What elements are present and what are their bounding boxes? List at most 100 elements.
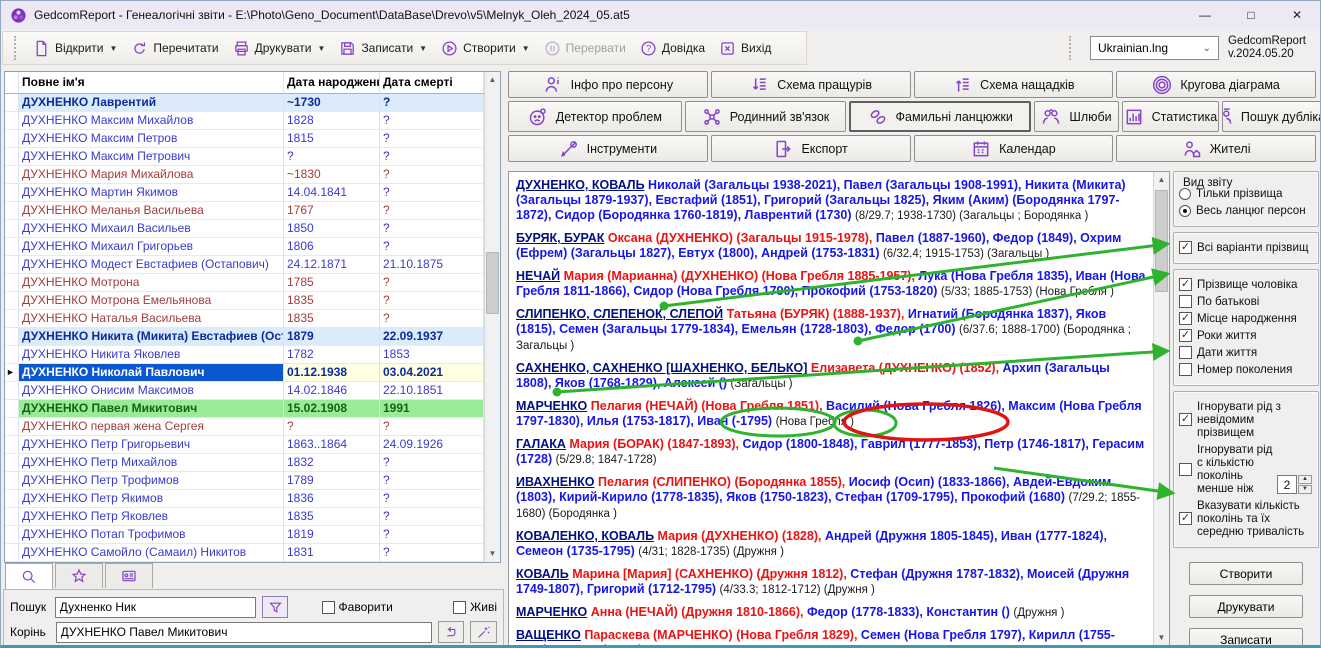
column-header-death[interactable]: Дата смерті [380,72,484,94]
nav-button[interactable]: Схема пращурів [711,71,911,98]
table-row[interactable]: ДУХНЕНКО Петр Трофимов1789? [5,472,500,490]
table-row[interactable]: ДУХНЕНКО Мартин Якимов14.04.1841? [5,184,500,202]
toolbar-button[interactable]: Відкрити▼ [26,34,124,63]
spinner-down-icon[interactable]: ▼ [1298,485,1312,494]
radio-button[interactable] [1179,205,1191,217]
table-row[interactable]: ДУХНЕНКО Михаил Григорьев1806? [5,238,500,256]
table-row[interactable]: ДУХНЕНКО Онисим Максимов14.02.184622.10.… [5,382,500,400]
nav-button[interactable]: Схема нащадків [914,71,1114,98]
tab-star[interactable] [55,563,103,588]
table-row[interactable]: ДУХНЕНКО Самойло (Самаил) Никитов1831? [5,544,500,562]
radio-button[interactable] [1179,188,1191,200]
set-root-button[interactable] [438,621,465,643]
language-grip[interactable] [1069,36,1073,60]
filter-button[interactable] [262,596,288,618]
checkbox[interactable] [1179,312,1192,325]
checkbox[interactable] [1179,363,1192,376]
checkbox[interactable] [1179,278,1192,291]
table-row[interactable]: ►ДУХНЕНКО Николай Павлович01.12.193803.0… [5,364,500,382]
table-row[interactable]: ДУХНЕНКО первая жена Сергея?? [5,418,500,436]
nav-button[interactable]: Інструменти [508,135,708,162]
table-row[interactable]: ДУХНЕНКО Павел Микитович15.02.19081991 [5,400,500,418]
table-row[interactable]: ДУХНЕНКО Максим Петров1815? [5,130,500,148]
scroll-up-icon[interactable]: ▲ [485,72,500,88]
checkbox[interactable] [1179,241,1192,254]
report-scrollbar[interactable]: ▲ ▼ [1153,172,1169,646]
table-row[interactable]: ДУХНЕНКО Петр Григорьевич1863..186424.09… [5,436,500,454]
search-input[interactable] [55,597,256,618]
dropdown-caret-icon[interactable]: ▼ [318,44,326,53]
table-row[interactable]: ДУХНЕНКО Меланья Васильева1767? [5,202,500,220]
table-row[interactable]: ДУХНЕНКО Никита (Микита) Евстафиев (Ост1… [5,328,500,346]
toolbar-button[interactable]: Створити▼ [434,34,537,63]
favorites-checkbox-box[interactable] [322,601,335,614]
checkbox[interactable] [1179,329,1192,342]
alive-checkbox[interactable]: Живі [453,600,497,614]
toolbar-button[interactable]: ?Довідка [633,34,712,63]
table-row[interactable]: ДУХНЕНКО Модест Евстафиев (Остапович)24.… [5,256,500,274]
table-row[interactable]: ДУХНЕНКО Мотрона Емельянова1835? [5,292,500,310]
root-input[interactable] [56,622,432,643]
dropdown-caret-icon[interactable]: ▼ [419,44,427,53]
nav-button[interactable]: Пошук дублікатів [1222,101,1321,132]
table-row[interactable]: ДУХНЕНКО Максим Михайлов1828? [5,112,500,130]
checkbox[interactable] [1179,346,1192,359]
action-button[interactable]: Створити [1189,562,1303,585]
checkbox[interactable] [1179,512,1192,525]
nav-button[interactable]: Календар [914,135,1114,162]
generations-spinner[interactable]: 2 [1277,475,1297,494]
toolbar-button[interactable]: Друкувати▼ [226,34,333,63]
column-header-birth[interactable]: Дата народження [284,72,380,94]
auto-root-button[interactable] [470,621,497,643]
scroll-up-icon[interactable]: ▲ [1154,172,1169,188]
action-button[interactable]: Записати [1189,628,1303,648]
table-row[interactable]: ДУХНЕНКО Петр Михайлов1832? [5,454,500,472]
column-header-name[interactable]: Повне ім'я [19,72,284,94]
nav-button[interactable]: Статистика [1122,101,1219,132]
checkbox[interactable] [1179,295,1192,308]
close-button[interactable]: ✕ [1274,1,1320,29]
table-row[interactable]: ДУХНЕНКО Максим Петрович?? [5,148,500,166]
nav-button[interactable]: Жителі [1116,135,1316,162]
tab-search[interactable] [5,563,53,589]
dropdown-caret-icon[interactable]: ▼ [522,44,530,53]
favorites-checkbox[interactable]: Фаворити [322,600,393,614]
tab-card[interactable] [105,563,153,588]
minimize-button[interactable]: — [1182,1,1228,29]
table-scroll-thumb[interactable] [486,252,499,314]
table-row[interactable]: ДУХНЕНКО Никита Яковлев17821853 [5,346,500,364]
table-row[interactable]: ДУХНЕНКО Потап Трофимов1819? [5,526,500,544]
table-row[interactable]: ДУХНЕНКО Мария Михайлова~1830? [5,166,500,184]
nav-button[interactable]: Шлюби [1034,101,1119,132]
action-button[interactable]: Друкувати [1189,595,1303,618]
table-row[interactable]: ДУХНЕНКО Мотрона1785? [5,274,500,292]
language-select[interactable]: Ukrainian.lng ⌄ [1090,36,1219,60]
toolbar-button[interactable]: Перечитати [124,34,225,63]
scroll-down-icon[interactable]: ▼ [485,546,500,562]
table-row[interactable]: ДУХНЕНКО Петр Яковлев1835? [5,508,500,526]
toolbar-button[interactable]: Вихід [712,34,778,63]
spinner-up-icon[interactable]: ▲ [1298,475,1312,484]
row-marker [5,508,19,526]
table-row[interactable]: ДУХНЕНКО Михаил Васильев1850? [5,220,500,238]
checkbox[interactable] [1179,413,1192,426]
nav-button[interactable]: Родинний зв'язок [685,101,847,132]
nav-button[interactable]: Інфо про персону [508,71,708,98]
nav-button[interactable]: Фамильні ланцюжки [849,101,1031,132]
maximize-button[interactable]: □ [1228,1,1274,29]
alive-checkbox-box[interactable] [453,601,466,614]
report-scroll-thumb[interactable] [1155,190,1168,292]
table-row[interactable]: ДУХНЕНКО Лаврентий~1730? [5,94,500,112]
toolbar-grip[interactable] [14,36,18,60]
table-row[interactable]: ДУХНЕНКО Наталья Васильева1835? [5,310,500,328]
scroll-down-icon[interactable]: ▼ [1154,630,1169,646]
nav-button[interactable]: Експорт [711,135,911,162]
person-name: ДУХНЕНКО Михаил Васильев [19,220,284,238]
nav-button[interactable]: Кругова діаграма [1116,71,1316,98]
dropdown-caret-icon[interactable]: ▼ [110,44,118,53]
table-scrollbar[interactable]: ▲ ▼ [484,72,500,562]
table-row[interactable]: ДУХНЕНКО Петр Якимов1836? [5,490,500,508]
toolbar-button[interactable]: Записати▼ [332,34,434,63]
nav-button[interactable]: Детектор проблем [508,101,682,132]
checkbox[interactable] [1179,463,1192,476]
